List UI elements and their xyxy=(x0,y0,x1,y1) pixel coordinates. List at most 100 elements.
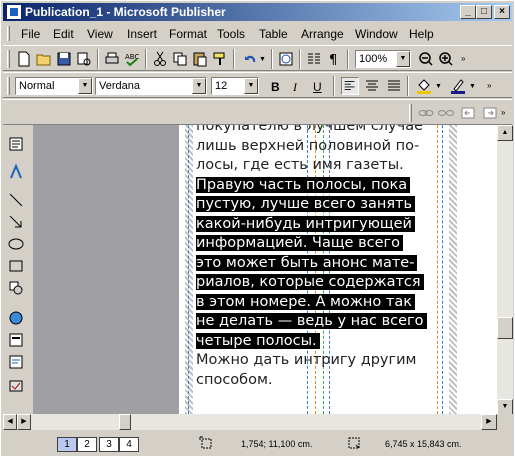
menu-insert[interactable]: Insert xyxy=(127,27,157,41)
menu-view[interactable]: View xyxy=(87,27,113,41)
copy-icon[interactable] xyxy=(171,50,189,68)
insert-hyperlink-icon[interactable] xyxy=(277,50,295,68)
fill-color-bucket-icon[interactable] xyxy=(415,77,433,95)
menu-edit[interactable]: Edit xyxy=(53,27,74,41)
selected-text-line: в этом номере. А можно так xyxy=(196,293,451,313)
title-bar[interactable]: Publication_1 - Microsoft Publisher _ □ … xyxy=(3,3,512,21)
page-tab-4[interactable]: 4 xyxy=(119,437,139,452)
formatting-options-chevron-icon[interactable]: » xyxy=(487,81,491,90)
menu-arrange[interactable]: Arrange xyxy=(301,27,344,41)
font-select[interactable]: Verdana ▼ xyxy=(95,77,207,95)
italic-button[interactable]: I xyxy=(293,80,297,95)
vertical-scroll-thumb[interactable] xyxy=(497,317,513,339)
arrow-tool-icon[interactable] xyxy=(7,213,25,231)
format-painter-icon[interactable] xyxy=(211,50,229,68)
zoom-in-icon[interactable] xyxy=(437,50,455,68)
search-files-icon[interactable] xyxy=(75,50,93,68)
font-dropdown-arrow-icon[interactable]: ▼ xyxy=(192,78,206,94)
align-center-icon[interactable] xyxy=(363,77,381,95)
style-select[interactable]: Normal ▼ xyxy=(15,77,93,95)
line-color-dropdown-arrow-icon[interactable]: ▼ xyxy=(469,83,476,90)
publisher-app-icon[interactable] xyxy=(6,4,22,20)
create-link-icon[interactable] xyxy=(417,104,435,122)
next-frame-icon[interactable] xyxy=(481,104,499,122)
line-color-pen-icon[interactable] xyxy=(449,77,467,95)
menu-help[interactable]: Help xyxy=(409,27,434,41)
toolbar-separator xyxy=(97,49,99,69)
design-gallery-icon[interactable] xyxy=(7,163,25,181)
scroll-right-end-arrow-icon[interactable]: ▶ xyxy=(481,414,497,430)
page-tab-2[interactable]: 2 xyxy=(77,437,97,452)
rectangle-tool-icon[interactable] xyxy=(7,257,25,275)
page-tab-3[interactable]: 3 xyxy=(99,437,119,452)
toolbar-separator xyxy=(407,76,409,96)
text-line: лосы, где есть имя газеты. xyxy=(196,157,404,173)
connect-text-toolbar: » xyxy=(3,99,512,125)
fill-color-dropdown-arrow-icon[interactable]: ▼ xyxy=(435,83,442,90)
horizontal-scrollbar[interactable]: ◀ ▶ ▶ xyxy=(3,414,497,430)
save-disk-icon[interactable] xyxy=(55,50,73,68)
svg-text:¶: ¶ xyxy=(329,53,337,68)
open-folder-icon[interactable] xyxy=(35,50,53,68)
scroll-up-arrow-icon[interactable]: ▲ xyxy=(497,125,513,141)
break-link-icon[interactable] xyxy=(437,104,455,122)
justify-icon[interactable] xyxy=(385,77,403,95)
text-frame-left-border[interactable] xyxy=(185,125,193,414)
document-workspace[interactable]: покупателю в лучшем случае лишь верхней … xyxy=(33,125,497,414)
toolbar-grip[interactable] xyxy=(7,77,10,95)
menu-bar: File Edit View Insert Format Tools Table… xyxy=(3,23,512,43)
toolbar-grip[interactable] xyxy=(7,50,10,68)
spelling-check-icon[interactable]: ABC xyxy=(123,50,141,68)
autoshapes-tool-icon[interactable] xyxy=(7,279,25,297)
horizontal-scroll-thumb[interactable] xyxy=(119,414,131,430)
zoom-select[interactable]: 100% ▼ xyxy=(355,50,411,68)
oval-tool-icon[interactable] xyxy=(7,235,25,253)
menu-window[interactable]: Window xyxy=(355,27,398,41)
menu-tools[interactable]: Tools xyxy=(217,27,245,41)
maximize-button[interactable]: □ xyxy=(476,5,492,19)
font-size-dropdown-arrow-icon[interactable]: ▼ xyxy=(244,78,258,94)
cut-scissors-icon[interactable] xyxy=(151,50,169,68)
pilcrow-icon[interactable]: ¶ xyxy=(325,50,343,68)
text-frame[interactable]: покупателю в лучшем случае лишь верхней … xyxy=(196,125,451,390)
html-code-fragment-icon[interactable] xyxy=(7,353,25,371)
undo-dropdown-arrow-icon[interactable]: ▼ xyxy=(259,56,266,63)
connect-options-chevron-icon[interactable]: » xyxy=(501,108,505,117)
previous-frame-icon[interactable] xyxy=(459,104,477,122)
font-size-select[interactable]: 12 ▼ xyxy=(211,77,259,95)
paste-icon[interactable] xyxy=(191,50,209,68)
status-bar: 1 2 3 4 1,754; 11,100 cm. 6,745 x 15,843… xyxy=(3,431,512,455)
menu-table[interactable]: Table xyxy=(259,27,288,41)
toolbar-separator xyxy=(347,49,349,69)
close-button[interactable]: × xyxy=(494,5,510,19)
vertical-scrollbar[interactable]: ▲ ▼ xyxy=(497,125,513,415)
text-box-tool-icon[interactable] xyxy=(7,135,25,153)
form-control-icon[interactable] xyxy=(7,331,25,349)
new-document-icon[interactable] xyxy=(15,50,33,68)
selected-text-line: пустую, лучше всего занять xyxy=(196,195,451,215)
zoom-dropdown-arrow-icon[interactable]: ▼ xyxy=(396,51,410,67)
minimize-button[interactable]: _ xyxy=(460,5,476,19)
scroll-down-arrow-icon[interactable]: ▼ xyxy=(497,399,513,415)
align-left-icon[interactable] xyxy=(341,77,359,95)
design-checker-icon[interactable] xyxy=(7,377,25,395)
page-tab-1[interactable]: 1 xyxy=(57,437,77,452)
font-value: Verdana xyxy=(99,80,140,92)
columns-icon[interactable] xyxy=(305,50,323,68)
bold-button[interactable]: B xyxy=(271,80,280,94)
scroll-left-arrow-icon[interactable]: ◀ xyxy=(3,414,17,430)
toolbar-grip[interactable] xyxy=(409,104,412,122)
hotspot-globe-icon[interactable] xyxy=(7,309,25,327)
toolbar-options-chevron-icon[interactable]: » xyxy=(461,54,465,63)
style-dropdown-arrow-icon[interactable]: ▼ xyxy=(78,78,92,94)
scroll-right-arrow-icon[interactable]: ▶ xyxy=(17,414,31,430)
menu-file[interactable]: File xyxy=(21,27,40,41)
menu-grip[interactable] xyxy=(7,26,10,41)
zoom-out-icon[interactable] xyxy=(417,50,435,68)
menu-format[interactable]: Format xyxy=(169,27,207,41)
line-tool-icon[interactable] xyxy=(7,191,25,209)
selected-text-line: какой-нибудь интригующей xyxy=(196,215,451,235)
undo-icon[interactable] xyxy=(241,50,259,68)
underline-button[interactable]: U xyxy=(313,80,322,94)
print-icon[interactable] xyxy=(103,50,121,68)
